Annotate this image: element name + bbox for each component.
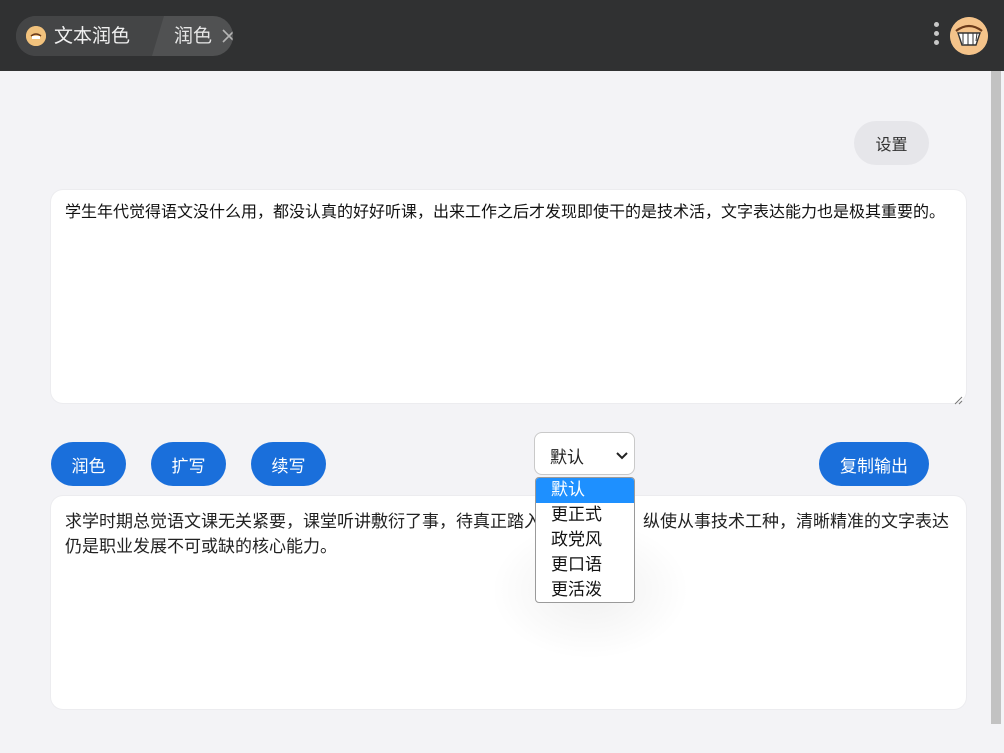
close-icon[interactable] — [220, 27, 233, 45]
scrollbar[interactable] — [991, 71, 1001, 724]
avatar[interactable] — [950, 17, 988, 55]
style-option-lively[interactable]: 更活泼 — [536, 578, 634, 602]
app-logo-icon — [26, 26, 46, 46]
polish-button[interactable]: 润色 — [51, 442, 126, 486]
resize-handle-icon[interactable] — [953, 390, 963, 405]
style-option-colloquial[interactable]: 更口语 — [536, 553, 634, 578]
style-select-value: 默认 — [550, 448, 584, 468]
tab-polish[interactable]: 润色 — [174, 24, 212, 48]
input-textarea[interactable]: 学生年代觉得语文没什么用，都没认真的好好听课，出来工作之后才发现即使干的是技术活… — [51, 190, 966, 405]
title-bar: 文本润色 润色 — [0, 0, 1004, 71]
style-option-default[interactable]: 默认 — [536, 478, 634, 503]
style-select[interactable]: 默认 — [534, 432, 635, 475]
settings-button[interactable]: 设置 — [854, 121, 929, 165]
copy-output-button[interactable]: 复制输出 — [819, 442, 929, 486]
more-menu-icon[interactable] — [930, 22, 942, 50]
style-option-formal[interactable]: 更正式 — [536, 503, 634, 528]
breadcrumb-app[interactable]: 文本润色 — [16, 16, 164, 56]
input-text: 学生年代觉得语文没什么用，都没认真的好好听课，出来工作之后才发现即使干的是技术活… — [65, 202, 946, 221]
breadcrumb: 文本润色 润色 — [16, 16, 233, 56]
continue-button[interactable]: 续写 — [251, 442, 326, 486]
style-option-political[interactable]: 政党风 — [536, 528, 634, 553]
style-dropdown-list: 默认 更正式 政党风 更口语 更活泼 — [535, 477, 635, 603]
expand-button[interactable]: 扩写 — [151, 442, 226, 486]
app-title: 文本润色 — [54, 25, 131, 47]
chevron-down-icon — [615, 447, 629, 461]
